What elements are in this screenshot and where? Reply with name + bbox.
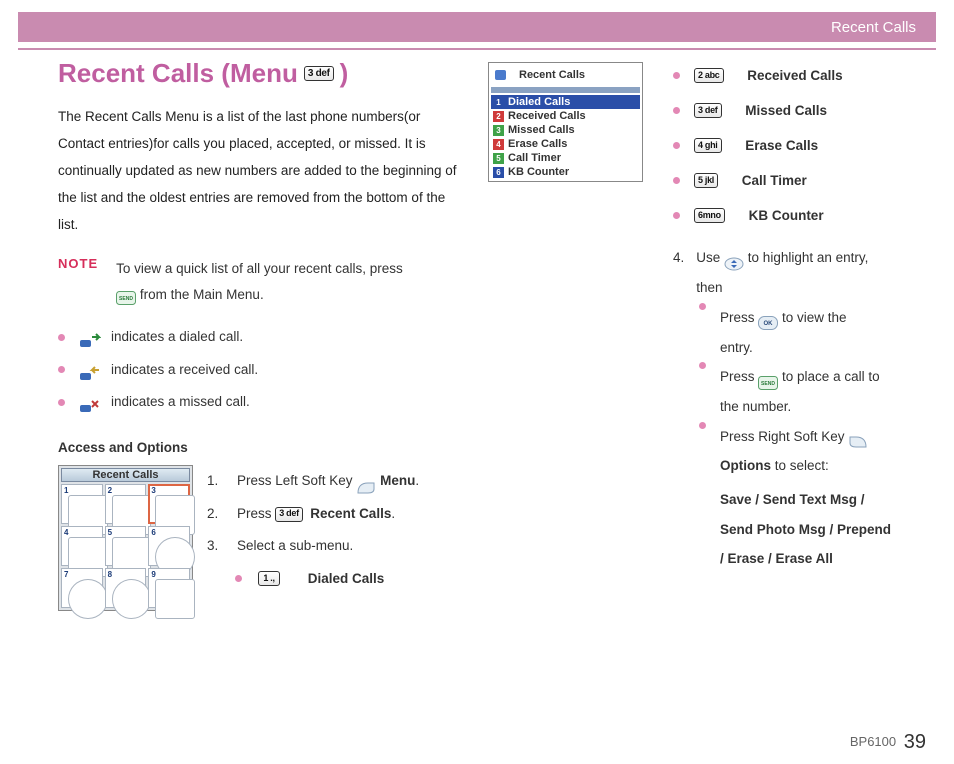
menu-grid-screenshot: Recent Calls xyxy=(58,465,193,611)
key-1-icon: 1 ., xyxy=(258,571,280,586)
key-3def-icon: 3 def xyxy=(694,103,722,118)
bullet-icon xyxy=(58,366,65,373)
list-item: indicates a dialed call. xyxy=(58,321,458,353)
bullet-icon xyxy=(699,303,706,310)
list-item: 6mno KB Counter xyxy=(673,198,896,233)
bullet-icon xyxy=(58,399,65,406)
header-bar: Recent Calls xyxy=(18,12,936,42)
svg-text:SEND: SEND xyxy=(761,381,775,387)
bullet-icon xyxy=(235,575,242,582)
access-heading: Access and Options xyxy=(58,440,458,455)
svg-text:OK: OK xyxy=(764,321,774,327)
bullet-icon xyxy=(673,212,680,219)
step1-pre: Press Left Soft Key xyxy=(237,473,356,488)
note-line2: from the Main Menu. xyxy=(140,287,264,302)
title-suffix: ) xyxy=(340,58,349,89)
bullet-icon xyxy=(58,334,65,341)
left-softkey-icon xyxy=(356,475,376,489)
step-1: 1. Press Left Soft Key Menu. xyxy=(207,465,419,497)
bullet-icon xyxy=(699,362,706,369)
step1-bold: Menu xyxy=(380,473,415,488)
ok-key-icon: OK xyxy=(758,311,778,325)
list-item: Press SEND to place a call to the number… xyxy=(699,362,896,421)
step3-text: Select a sub-menu. xyxy=(237,530,353,562)
dialed-call-icon xyxy=(79,329,101,345)
key-6mno-icon: 6mno xyxy=(694,208,725,223)
submenu-key-list: 2 abc Received Calls 3 def Missed Calls … xyxy=(673,58,896,233)
step3-sub-bold: Dialed Calls xyxy=(308,563,385,595)
model-label: BP6100 xyxy=(850,734,896,749)
note-line1: To view a quick list of all your recent … xyxy=(116,261,403,276)
indicator-text: indicates a received call. xyxy=(111,354,258,386)
list-item: Press OK to view the entry. xyxy=(699,303,896,362)
step-3: 3. Select a sub-menu. xyxy=(207,530,419,562)
list-item: 4 ghi Erase Calls xyxy=(673,128,896,163)
key-3def-icon: 3 def xyxy=(275,507,303,522)
note-block: NOTE To view a quick list of all your re… xyxy=(58,256,458,307)
page-number: 39 xyxy=(904,731,926,753)
step-3-sub: 1 ., Dialed Calls xyxy=(235,563,419,595)
title-prefix: Recent Calls (Menu xyxy=(58,58,298,89)
menu-grid-title: Recent Calls xyxy=(61,468,190,482)
indicator-list: indicates a dialed call. indicates a rec… xyxy=(58,321,458,418)
list-screenshot: Recent Calls 1Dialed Calls 2Received Cal… xyxy=(488,62,643,182)
missed-call-icon xyxy=(79,394,101,410)
divider xyxy=(18,48,936,50)
step2-bold: Recent Calls xyxy=(310,506,391,521)
page-title: Recent Calls (Menu 3 def ) xyxy=(58,58,458,89)
step-4: 4. Use to highlight an entry, then xyxy=(673,243,896,574)
list-item: 2 abc Received Calls xyxy=(673,58,896,93)
step-2: 2. Press 3 def Recent Calls. xyxy=(207,498,419,530)
key-2abc-icon: 2 abc xyxy=(694,68,724,83)
step2-pre: Press xyxy=(237,506,275,521)
svg-text:SEND: SEND xyxy=(119,296,133,302)
list-title: Recent Calls xyxy=(491,65,640,85)
indicator-text: indicates a dialed call. xyxy=(111,321,243,353)
key-5jkl-icon: 5 jkl xyxy=(694,173,718,188)
list-item: 3 def Missed Calls xyxy=(673,93,896,128)
bullet-icon xyxy=(673,177,680,184)
list-item: indicates a missed call. xyxy=(58,386,458,418)
bullet-icon xyxy=(673,72,680,79)
bullet-icon xyxy=(699,422,706,429)
note-label: NOTE xyxy=(58,256,98,271)
key-4ghi-icon: 4 ghi xyxy=(694,138,722,153)
steps-list: 1. Press Left Soft Key Menu. 2. Press xyxy=(207,465,419,595)
send-key-icon: SEND xyxy=(116,288,136,302)
intro-text: The Recent Calls Menu is a list of the l… xyxy=(58,103,458,238)
indicator-text: indicates a missed call. xyxy=(111,386,250,418)
received-call-icon xyxy=(79,362,101,378)
right-softkey-icon xyxy=(848,430,868,444)
bullet-icon xyxy=(673,142,680,149)
phone-icon xyxy=(493,67,515,83)
key-3def-icon: 3 def xyxy=(304,66,334,81)
bullet-icon xyxy=(673,107,680,114)
list-item: indicates a received call. xyxy=(58,354,458,386)
list-item: Press Right Soft Key Options to select: … xyxy=(699,422,896,574)
page-footer: BP6100 39 xyxy=(850,731,926,754)
nav-updown-icon xyxy=(724,252,744,266)
send-key-icon: SEND xyxy=(758,371,778,385)
options-list: Save / Send Text Msg / Send Photo Msg / … xyxy=(720,485,896,574)
header-section-label: Recent Calls xyxy=(831,19,916,36)
list-item: 5 jkl Call Timer xyxy=(673,163,896,198)
step4-num: 4. xyxy=(673,243,684,302)
